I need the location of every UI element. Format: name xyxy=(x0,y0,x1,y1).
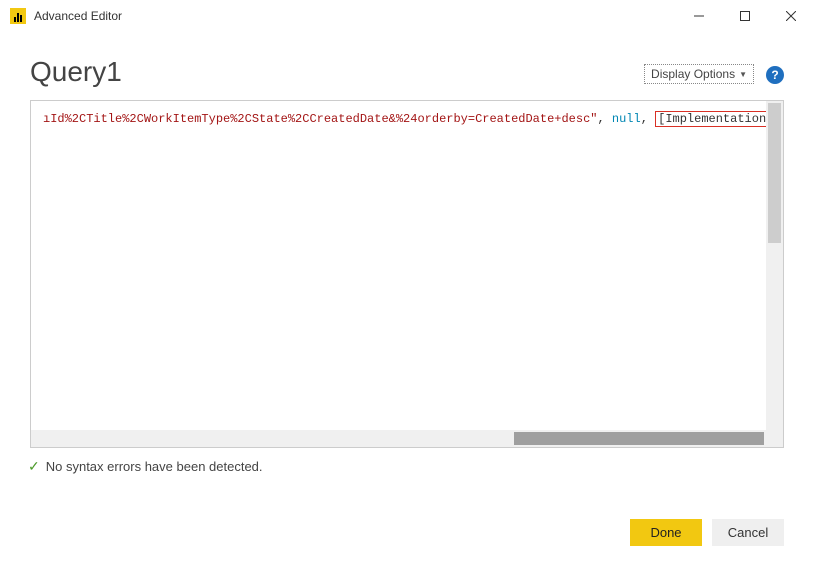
code-content[interactable]: ıId%2CTitle%2CWorkItemType%2CState%2CCre… xyxy=(31,101,766,430)
window-title: Advanced Editor xyxy=(34,9,122,23)
query-title: Query1 xyxy=(30,56,122,88)
code-highlight-box: [Implementation="2.0"]) xyxy=(655,111,766,127)
status-row: ✓ No syntax errors have been detected. xyxy=(0,448,814,485)
footer-buttons: Done Cancel xyxy=(630,519,784,546)
display-options-dropdown[interactable]: Display Options ▼ xyxy=(644,64,754,84)
done-button[interactable]: Done xyxy=(630,519,702,546)
code-string-segment: ıId%2CTitle%2CWorkItemType%2CState%2CCre… xyxy=(43,112,598,126)
scroll-corner xyxy=(766,430,783,447)
cancel-button[interactable]: Cancel xyxy=(712,519,784,546)
minimize-button[interactable] xyxy=(676,0,722,32)
horizontal-scrollbar[interactable] xyxy=(31,430,766,447)
maximize-button[interactable] xyxy=(722,0,768,32)
code-separator: , xyxy=(598,112,612,126)
code-null-keyword: null xyxy=(612,112,641,126)
horizontal-scrollbar-thumb[interactable] xyxy=(514,432,764,445)
window-buttons xyxy=(676,0,814,32)
close-button[interactable] xyxy=(768,0,814,32)
app-icon xyxy=(10,8,26,24)
header-row: Query1 Display Options ▼ ? xyxy=(0,32,814,100)
check-icon: ✓ xyxy=(28,458,40,475)
status-message: No syntax errors have been detected. xyxy=(46,459,263,474)
chevron-down-icon: ▼ xyxy=(739,70,747,79)
help-icon[interactable]: ? xyxy=(766,66,784,84)
vertical-scrollbar-thumb[interactable] xyxy=(768,103,781,243)
code-separator: , xyxy=(641,112,655,126)
vertical-scrollbar[interactable] xyxy=(766,101,783,430)
display-options-label: Display Options xyxy=(651,67,735,81)
code-editor[interactable]: ıId%2CTitle%2CWorkItemType%2CState%2CCre… xyxy=(30,100,784,448)
titlebar: Advanced Editor xyxy=(0,0,814,32)
